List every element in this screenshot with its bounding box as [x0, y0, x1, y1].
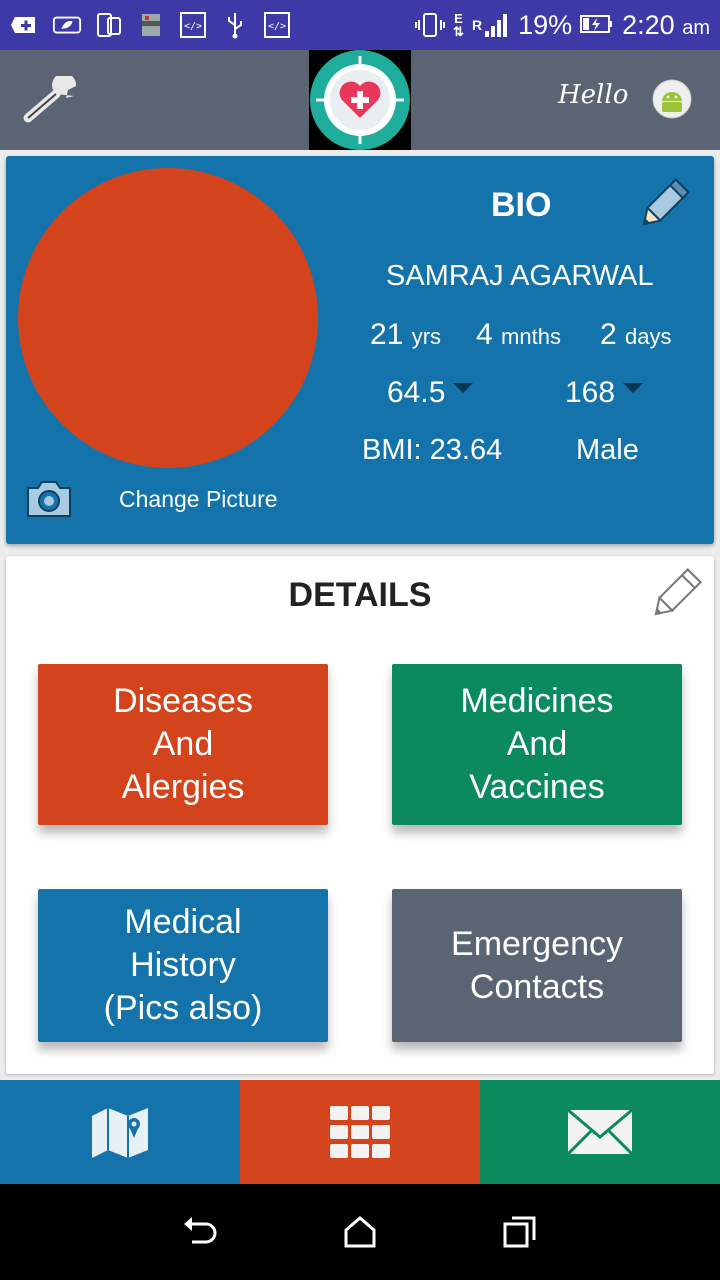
data-arrows-icon: E ⇅	[453, 11, 464, 39]
medical-history-button[interactable]: Medical History (Pics also)	[38, 889, 328, 1042]
svg-text:</>: </>	[184, 21, 202, 32]
height-dropdown[interactable]: 168	[565, 376, 644, 410]
height-value: 168	[565, 376, 616, 409]
leaf-icon	[52, 10, 82, 40]
back-icon[interactable]	[180, 1212, 220, 1252]
nav-grid-button[interactable]	[240, 1080, 480, 1184]
app-logo	[309, 50, 411, 150]
phone-copy-icon	[94, 10, 124, 40]
code-icon: </>	[178, 10, 208, 40]
svg-text:</>: </>	[268, 21, 286, 32]
clock-time: 2:20	[622, 9, 675, 40]
notification-icons: </> </>	[10, 10, 292, 40]
wrench-icon[interactable]	[20, 73, 84, 126]
profile-photo[interactable]	[18, 168, 318, 468]
details-card: DETAILS Diseases And Alergies Medicines …	[6, 556, 714, 1074]
hello-label: Hello	[558, 80, 629, 110]
add-icon	[10, 10, 40, 40]
age-months-value: 4	[476, 318, 493, 351]
diseases-allergies-button[interactable]: Diseases And Alergies	[38, 664, 328, 825]
heart-plus-logo	[310, 50, 410, 150]
emergency-contacts-button[interactable]: Emergency Contacts	[392, 889, 682, 1042]
age-years-value: 21	[370, 318, 404, 351]
bio-card: Change Picture BIO SAMRAJ AGARWAL 21 yrs…	[6, 156, 714, 544]
android-avatar[interactable]	[652, 79, 692, 119]
medicines-vaccines-button[interactable]: Medicines And Vaccines	[392, 664, 682, 825]
user-name: SAMRAJ AGARWAL	[386, 260, 654, 292]
caret-down-icon	[453, 383, 474, 393]
usb-icon	[220, 10, 250, 40]
app-bar: Hello	[0, 50, 720, 150]
bmi-label: BMI: 23.64	[362, 434, 503, 466]
system-nav-bar	[0, 1184, 720, 1280]
weight-value: 64.5	[387, 376, 446, 409]
age-months-unit: mnths	[501, 324, 561, 349]
caret-down-icon	[623, 383, 644, 393]
nav-map-button[interactable]	[0, 1080, 240, 1184]
vibrate-icon	[415, 10, 446, 40]
gender-label: Male	[576, 434, 639, 466]
signal-icon: R	[472, 11, 510, 39]
status-bar: </> </> E ⇅ R 19% 2:20 am	[0, 0, 720, 50]
recents-icon[interactable]	[500, 1212, 540, 1252]
network-r-label: R	[471, 17, 483, 33]
battery-percent: 19%	[518, 9, 573, 40]
nav-mail-button[interactable]	[480, 1080, 720, 1184]
age-years: 21 yrs	[370, 318, 441, 352]
age-days-unit: days	[625, 324, 672, 349]
status-right: E ⇅ R 19% 2:20 am	[415, 10, 710, 41]
age-years-unit: yrs	[411, 324, 442, 349]
age-days-value: 2	[600, 318, 617, 351]
battery-icon	[580, 10, 614, 41]
change-picture-link[interactable]: Change Picture	[119, 486, 278, 513]
bottom-nav	[0, 1080, 720, 1184]
edit-details-pencil-icon[interactable]	[646, 566, 704, 624]
archive-icon	[136, 10, 166, 40]
map-icon	[92, 1108, 148, 1158]
clock: 2:20 am	[622, 10, 710, 41]
home-icon[interactable]	[340, 1212, 380, 1252]
edit-bio-pencil-icon[interactable]	[634, 176, 692, 234]
age-months: 4 mnths	[476, 318, 561, 352]
mail-icon	[567, 1109, 633, 1155]
grid-icon	[330, 1106, 390, 1158]
weight-dropdown[interactable]: 64.5	[387, 376, 474, 410]
code-icon: </>	[262, 10, 292, 40]
details-title: DETAILS	[288, 576, 432, 614]
bio-title: BIO	[491, 186, 552, 224]
camera-icon[interactable]	[24, 478, 74, 520]
age-days: 2 days	[600, 318, 672, 352]
clock-ampm: am	[682, 16, 710, 39]
